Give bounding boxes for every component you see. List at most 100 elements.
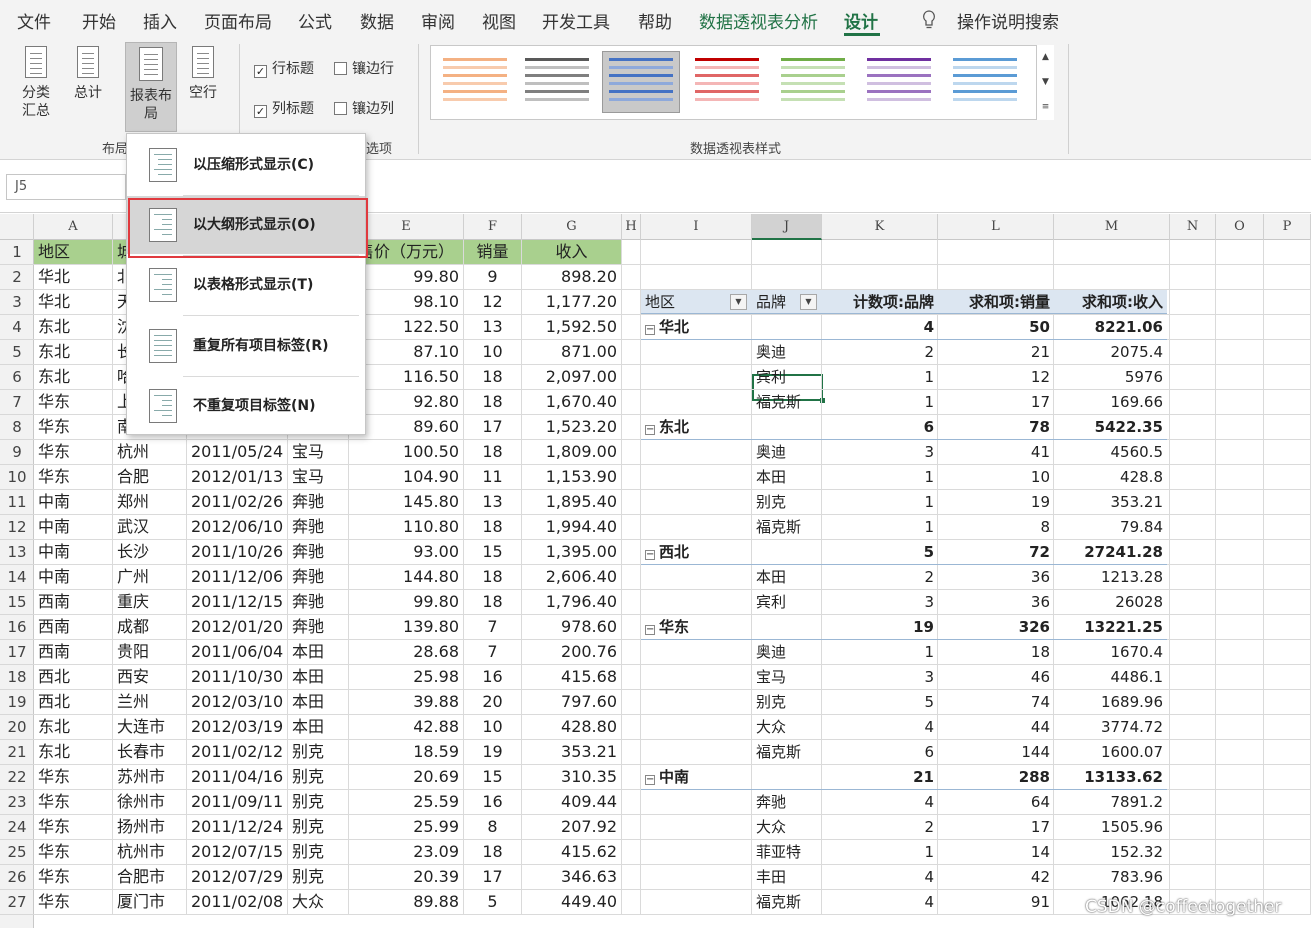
table-cell[interactable]: 合肥 [113,465,187,489]
table-cell[interactable]: 13 [464,490,522,514]
empty-cell[interactable] [1264,415,1311,439]
table-cell[interactable]: 11 [464,465,522,489]
pivot-cell[interactable]: 326 [938,615,1054,639]
pivot-cell[interactable]: 42 [938,865,1054,889]
table-cell[interactable]: 奔驰 [288,515,349,539]
table-cell[interactable]: 18 [464,515,522,539]
table-cell[interactable]: 重庆 [113,590,187,614]
pivot-cell[interactable] [641,440,752,464]
pivot-header[interactable]: 计数项:品牌 [822,290,938,314]
collapse-icon[interactable]: − [645,325,655,335]
banded-cols-checkbox[interactable]: 镶边列 [334,98,394,118]
table-cell[interactable]: 99.80 [349,590,464,614]
table-cell[interactable]: 25.59 [349,790,464,814]
row-header[interactable]: 4 [0,315,34,340]
pivot-cell[interactable] [641,590,752,614]
table-cell[interactable]: 厦门市 [113,890,187,914]
pivot-cell[interactable]: 79.84 [1054,515,1167,539]
pivot-cell[interactable]: 5976 [1054,365,1167,389]
table-cell[interactable]: 兰州 [113,690,187,714]
table-cell[interactable]: 本田 [288,665,349,689]
table-cell[interactable]: 18 [464,365,522,389]
col-header[interactable]: M [1054,214,1170,240]
table-cell[interactable]: 别克 [288,790,349,814]
table-cell[interactable]: 98.10 [349,290,464,314]
pivot-cell[interactable] [641,365,752,389]
table-cell[interactable]: 89.88 [349,890,464,914]
pivot-cell[interactable]: 1 [822,640,938,664]
empty-cell[interactable] [622,690,641,714]
table-cell[interactable]: 18 [464,840,522,864]
table-cell[interactable]: 华北 [34,265,113,289]
style-green[interactable] [775,52,851,112]
table-cell[interactable]: 10 [464,340,522,364]
row-header[interactable]: 27 [0,890,34,915]
empty-cell[interactable] [1216,640,1264,664]
pivot-cell[interactable]: 奥迪 [752,440,822,464]
row-header[interactable]: 17 [0,640,34,665]
pivot-cell[interactable] [752,765,822,789]
empty-cell[interactable] [622,415,641,439]
empty-cell[interactable] [1170,715,1216,739]
table-cell[interactable]: 139.80 [349,615,464,639]
row-header[interactable]: 18 [0,665,34,690]
table-cell[interactable]: 18.59 [349,740,464,764]
tab-file[interactable]: 文件 [17,8,51,33]
empty-cell[interactable] [1170,640,1216,664]
pivot-cell[interactable]: 19 [938,490,1054,514]
gallery-more-icon[interactable]: ≡ [1036,95,1054,120]
style-red[interactable] [689,52,765,112]
table-cell[interactable]: 华东 [34,390,113,414]
pivot-cell[interactable]: 64 [938,790,1054,814]
table-cell[interactable]: 1,592.50 [522,315,622,339]
pivot-cell[interactable]: 6 [822,740,938,764]
pivot-cell[interactable]: 3 [822,440,938,464]
pivot-cell[interactable]: 宝马 [752,665,822,689]
filter-dropdown-icon[interactable]: ▼ [730,294,747,310]
pivot-cell[interactable]: 5 [822,690,938,714]
empty-cell[interactable] [1216,815,1264,839]
table-cell[interactable]: 奔驰 [288,490,349,514]
table-cell[interactable]: 92.80 [349,390,464,414]
empty-cell[interactable] [1216,240,1264,264]
pivot-cell[interactable] [641,715,752,739]
table-cell[interactable]: 别克 [288,815,349,839]
pivot-cell[interactable]: 353.21 [1054,490,1167,514]
table-cell[interactable]: 别克 [288,740,349,764]
empty-cell[interactable] [622,390,641,414]
empty-cell[interactable] [1264,790,1311,814]
table-cell[interactable]: 15 [464,540,522,564]
pivot-cell[interactable]: 144 [938,740,1054,764]
table-cell[interactable]: 39.88 [349,690,464,714]
table-cell[interactable]: 别克 [288,765,349,789]
table-cell[interactable]: 东北 [34,715,113,739]
col-header[interactable]: G [522,214,622,240]
table-cell[interactable]: 42.88 [349,715,464,739]
table-cell[interactable]: 别克 [288,840,349,864]
table-cell[interactable]: 353.21 [522,740,622,764]
empty-cell[interactable] [938,265,1054,289]
pivot-cell[interactable]: 21 [822,765,938,789]
empty-cell[interactable] [822,265,938,289]
collapse-icon[interactable]: − [645,775,655,785]
pivot-cell[interactable] [641,665,752,689]
table-cell[interactable]: 310.35 [522,765,622,789]
row-header[interactable]: 20 [0,715,34,740]
table-cell[interactable]: 2011/12/24 [187,815,288,839]
table-cell[interactable]: 2012/01/13 [187,465,288,489]
table-cell[interactable]: 2011/10/26 [187,540,288,564]
row-header[interactable]: 16 [0,615,34,640]
pivot-group-label[interactable]: − 中南 [641,765,752,789]
empty-cell[interactable] [1216,540,1264,564]
empty-cell[interactable] [1264,715,1311,739]
table-cell[interactable]: 本田 [288,715,349,739]
pivot-cell[interactable]: 21 [938,340,1054,364]
pivot-cell[interactable]: 17 [938,390,1054,414]
empty-cell[interactable] [622,340,641,364]
table-cell[interactable]: 145.80 [349,490,464,514]
empty-cell[interactable] [1216,565,1264,589]
table-cell[interactable]: 20.39 [349,865,464,889]
empty-cell[interactable] [622,840,641,864]
pivot-cell[interactable]: 44 [938,715,1054,739]
table-cell[interactable]: 1,153.90 [522,465,622,489]
